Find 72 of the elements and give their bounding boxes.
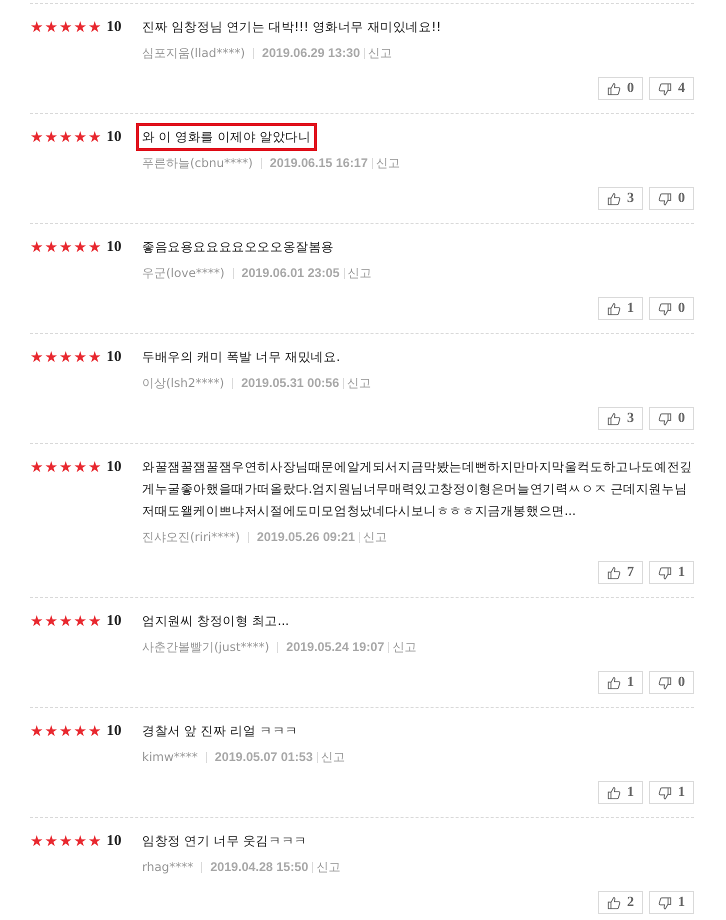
dislike-button[interactable]: 0	[649, 297, 694, 320]
dislike-button[interactable]: 0	[649, 671, 694, 694]
author-name: rhag****	[142, 860, 194, 874]
like-button[interactable]: 1	[598, 781, 643, 804]
thumbs-up-icon	[607, 786, 621, 800]
star-rating: ★★★★★	[30, 459, 102, 475]
star-rating: ★★★★★	[30, 239, 102, 255]
review-date: 2019.06.01 23:05	[242, 266, 340, 280]
dislike-button[interactable]: 0	[649, 407, 694, 430]
review-text: 와 이 영화를 이제야 알았다니	[139, 126, 314, 148]
dislike-button[interactable]: 1	[649, 561, 694, 584]
score: 10	[106, 128, 122, 146]
like-button[interactable]: 3	[598, 187, 643, 210]
review-date: 2019.06.15 16:17	[270, 156, 368, 170]
review-date: 2019.05.31 00:56	[241, 376, 340, 390]
dislike-button[interactable]: 4	[649, 77, 694, 100]
dislike-button[interactable]: 0	[649, 187, 694, 210]
thumbs-up-icon	[607, 82, 621, 96]
thumbs-down-icon	[658, 676, 672, 690]
author-name: 이상(lsh2****)	[142, 374, 224, 392]
like-button[interactable]: 7	[598, 561, 643, 584]
thumbs-down-icon	[658, 896, 672, 910]
star-rating: ★★★★★	[30, 613, 102, 629]
thumbs-up-icon	[607, 896, 621, 910]
review-text: 경찰서 앞 진짜 리얼 ㅋㅋㅋ	[142, 722, 299, 740]
star-rating: ★★★★★	[30, 19, 102, 35]
score: 10	[106, 348, 122, 366]
review-date: 2019.05.07 01:53	[214, 750, 313, 764]
review-text: 두배우의 캐미 폭발 너무 재밌네요.	[142, 348, 342, 366]
like-button[interactable]: 1	[598, 671, 643, 694]
review-text: 진짜 임창정님 연기는 대박!!! 영화너무 재미있네요!!	[142, 18, 442, 36]
thumbs-up-icon	[607, 676, 621, 690]
like-button[interactable]: 0	[598, 77, 643, 100]
score: 10	[106, 18, 122, 36]
score: 10	[106, 612, 122, 630]
review-date: 2019.05.24 19:07	[286, 640, 384, 654]
score: 10	[106, 722, 122, 740]
score: 10	[106, 458, 122, 476]
author-name: 우군(love****)	[142, 264, 225, 282]
review-date: 2019.05.26 09:21	[256, 530, 355, 544]
star-rating: ★★★★★	[30, 723, 102, 739]
review-text: 좋음요용요요요요오오오옹잘봄용	[142, 238, 336, 256]
thumbs-down-icon	[658, 192, 672, 206]
thumbs-down-icon	[658, 566, 672, 580]
thumbs-up-icon	[607, 566, 621, 580]
score: 10	[106, 832, 122, 850]
star-rating: ★★★★★	[30, 129, 102, 145]
author-name: kimw****	[142, 750, 198, 764]
review-text: 와꿀잼꿀잼꿀잼우연히사장님때문에알게되서지금막봤는데뻔하지만마지막울컥도하고나도예전깊게누굴좋아했을때가떠올랐다.엄지원님너무매력있고창정이형은머늘연기력ㅆㅇㅈ 근데지원누님저때도왤케이쁘냐저시절에도미모엄청났네다시보니ㅎㅎㅎ지금개봉했으면...	[142, 458, 694, 520]
thumbs-down-icon	[658, 786, 672, 800]
thumbs-down-icon	[658, 82, 672, 96]
author-name: 심포지움(llad****)	[142, 44, 246, 62]
star-rating: ★★★★★	[30, 349, 102, 365]
review-text: 엄지원씨 창정이형 최고...	[142, 612, 290, 630]
score: 10	[106, 238, 122, 256]
author-name: 사춘간볼빨기(just****)	[142, 638, 270, 656]
review-text: 임창정 연기 너무 웃김ㅋㅋㅋ	[142, 832, 308, 850]
author-name: 진샤오진(riri****)	[142, 528, 240, 546]
dislike-button[interactable]: 1	[649, 781, 694, 804]
review-date: 2019.04.28 15:50	[210, 860, 308, 874]
like-button[interactable]: 3	[598, 407, 643, 430]
thumbs-down-icon	[658, 412, 672, 426]
thumbs-down-icon	[658, 302, 672, 316]
thumbs-up-icon	[607, 412, 621, 426]
author-name: 푸른하늘(cbnu****)	[142, 154, 253, 172]
like-button[interactable]: 2	[598, 891, 643, 914]
thumbs-up-icon	[607, 302, 621, 316]
review-date: 2019.06.29 13:30	[262, 46, 360, 60]
thumbs-up-icon	[607, 192, 621, 206]
like-button[interactable]: 1	[598, 297, 643, 320]
star-rating: ★★★★★	[30, 833, 102, 849]
dislike-button[interactable]: 1	[649, 891, 694, 914]
